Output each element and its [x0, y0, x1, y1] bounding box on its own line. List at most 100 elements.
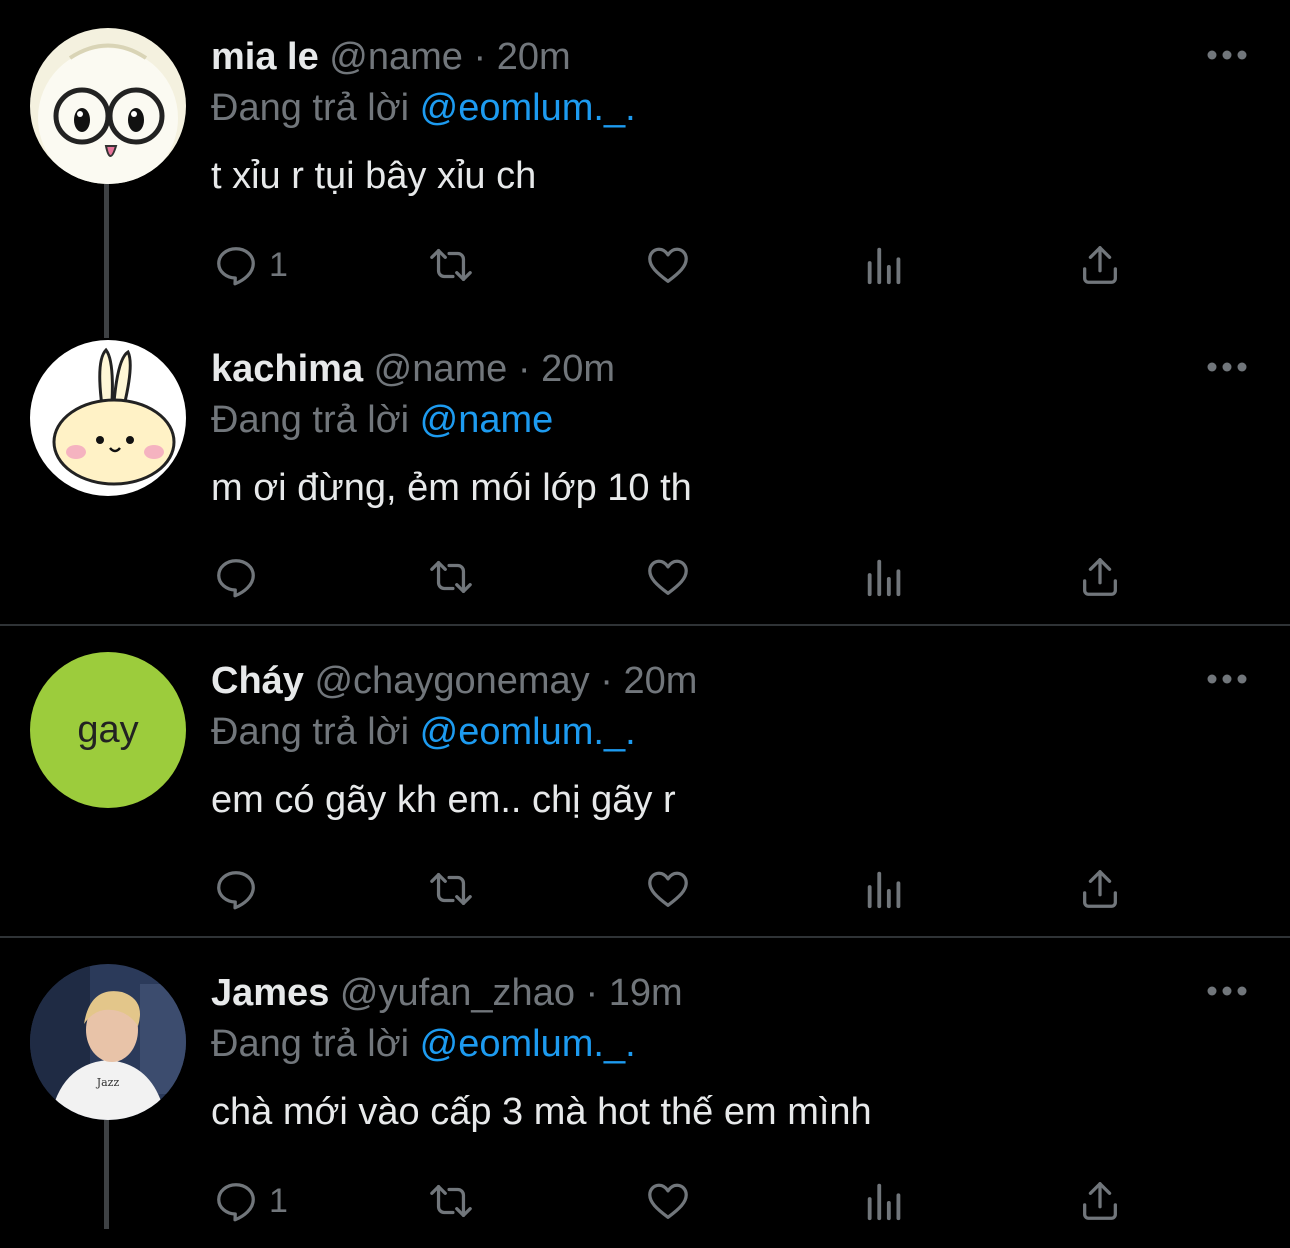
- tweet-actions: [0, 530, 1290, 620]
- views-icon: [867, 1183, 901, 1221]
- views-icon: [867, 247, 901, 285]
- heart-icon: [648, 559, 688, 595]
- replying-to-line: Đang trả lời @name: [211, 397, 553, 443]
- share-icon: [1083, 246, 1117, 284]
- tweet-item[interactable]: gay Cháy @chaygonemay · 20m Đang trả lời…: [0, 624, 1290, 936]
- more-options-icon: [1207, 50, 1247, 60]
- user-handle[interactable]: @name: [374, 348, 508, 390]
- display-name[interactable]: James: [211, 972, 329, 1014]
- person-photo-avatar[interactable]: Jazz: [30, 964, 186, 1120]
- reply-button[interactable]: 1: [213, 1178, 288, 1224]
- share-button[interactable]: [1077, 866, 1123, 912]
- display-name[interactable]: kachima: [211, 348, 363, 390]
- more-options-button[interactable]: [1205, 40, 1249, 70]
- tweet-item[interactable]: Jazz James @yufan_zhao · 19m Đang trả lờ…: [0, 936, 1290, 1248]
- tweet-actions: [0, 842, 1290, 932]
- heart-icon: [648, 247, 688, 283]
- reply-count: 1: [269, 245, 288, 284]
- tweet-header: kachima @name · 20m: [211, 346, 615, 392]
- separator-dot: ·: [473, 36, 487, 78]
- tweet-text: chà mới vào cấp 3 mà hot thế em mình: [211, 1091, 872, 1133]
- tweet-header: Cháy @chaygonemay · 20m: [211, 658, 697, 704]
- replying-to-line: Đang trả lời @eomlum._.: [211, 85, 636, 131]
- more-options-button[interactable]: [1205, 664, 1249, 694]
- reply-icon: [217, 871, 255, 910]
- mention-link[interactable]: @eomlum._.: [420, 711, 636, 753]
- more-options-button[interactable]: [1205, 976, 1249, 1006]
- like-button[interactable]: [645, 554, 691, 600]
- tweet-actions: 1: [0, 218, 1290, 308]
- replying-to-label: Đang trả lời: [211, 1023, 410, 1065]
- replying-to-line: Đang trả lời @eomlum._.: [211, 1021, 636, 1067]
- display-name[interactable]: mia le: [211, 36, 319, 78]
- display-name[interactable]: Cháy: [211, 660, 304, 702]
- like-button[interactable]: [645, 1178, 691, 1224]
- views-button[interactable]: [862, 554, 908, 600]
- timestamp[interactable]: 20m: [541, 348, 615, 390]
- timestamp[interactable]: 19m: [609, 972, 683, 1014]
- user-handle[interactable]: @yufan_zhao: [340, 972, 575, 1014]
- tweet-text: t xỉu r tụi bây xỉu ch: [211, 155, 537, 197]
- share-button[interactable]: [1077, 242, 1123, 288]
- more-options-icon: [1207, 362, 1247, 372]
- share-button[interactable]: [1077, 554, 1123, 600]
- more-options-icon: [1207, 674, 1247, 684]
- share-icon: [1083, 870, 1117, 908]
- reply-button[interactable]: [213, 866, 269, 912]
- bunny-character-avatar[interactable]: [30, 340, 186, 496]
- retweet-icon: [430, 248, 472, 282]
- reply-icon: [217, 247, 255, 286]
- heart-icon: [648, 1183, 688, 1219]
- share-icon: [1083, 558, 1117, 596]
- retweet-button[interactable]: [428, 866, 474, 912]
- reply-icon: [217, 559, 255, 598]
- retweet-icon: [430, 1184, 472, 1218]
- replying-to-label: Đang trả lời: [211, 399, 410, 441]
- tweet-item[interactable]: mia le @name · 20m Đang trả lời @eomlum.…: [0, 0, 1290, 312]
- timestamp[interactable]: 20m: [623, 660, 697, 702]
- tweet-header: mia le @name · 20m: [211, 34, 571, 80]
- views-button[interactable]: [862, 1178, 908, 1224]
- views-button[interactable]: [862, 242, 908, 288]
- tweet-item[interactable]: kachima @name · 20m Đang trả lời @name m…: [0, 312, 1290, 624]
- more-options-icon: [1207, 986, 1247, 996]
- user-handle[interactable]: @name: [329, 36, 463, 78]
- views-icon: [867, 559, 901, 597]
- separator-dot: ·: [585, 972, 599, 1014]
- shirt-print-graphic: Jazz: [96, 1076, 120, 1089]
- user-handle[interactable]: @chaygonemay: [314, 660, 589, 702]
- tweet-text: m ơi đừng, ẻm mói lớp 10 th: [211, 467, 692, 509]
- mention-link[interactable]: @eomlum._.: [420, 1023, 636, 1065]
- share-icon: [1083, 1182, 1117, 1220]
- retweet-button[interactable]: [428, 1178, 474, 1224]
- reply-count: 1: [269, 1181, 288, 1220]
- separator-dot: ·: [600, 660, 613, 702]
- views-icon: [867, 871, 901, 909]
- heart-icon: [648, 871, 688, 907]
- retweet-button[interactable]: [428, 554, 474, 600]
- share-button[interactable]: [1077, 1178, 1123, 1224]
- timestamp[interactable]: 20m: [497, 36, 571, 78]
- replying-to-label: Đang trả lời: [211, 711, 410, 753]
- retweet-icon: [430, 872, 472, 906]
- reply-icon: [217, 1183, 255, 1222]
- separator-dot: ·: [517, 348, 531, 390]
- more-options-button[interactable]: [1205, 352, 1249, 382]
- like-button[interactable]: [645, 866, 691, 912]
- retweet-icon: [430, 560, 472, 594]
- like-button[interactable]: [645, 242, 691, 288]
- replying-to-line: Đang trả lời @eomlum._.: [211, 709, 636, 755]
- mention-link[interactable]: @eomlum._.: [420, 87, 636, 129]
- mention-link[interactable]: @name: [420, 399, 554, 441]
- text-avatar[interactable]: gay: [30, 652, 186, 808]
- tweet-actions: 1: [0, 1154, 1290, 1244]
- avatar-label: gay: [77, 709, 138, 751]
- replying-to-label: Đang trả lời: [211, 87, 410, 129]
- glasses-character-avatar[interactable]: [30, 28, 186, 184]
- views-button[interactable]: [862, 866, 908, 912]
- reply-button[interactable]: [213, 554, 269, 600]
- reply-button[interactable]: 1: [213, 242, 288, 288]
- retweet-button[interactable]: [428, 242, 474, 288]
- tweet-header: James @yufan_zhao · 19m: [211, 970, 683, 1016]
- tweet-text: em có gãy kh em.. chị gãy r: [211, 779, 676, 821]
